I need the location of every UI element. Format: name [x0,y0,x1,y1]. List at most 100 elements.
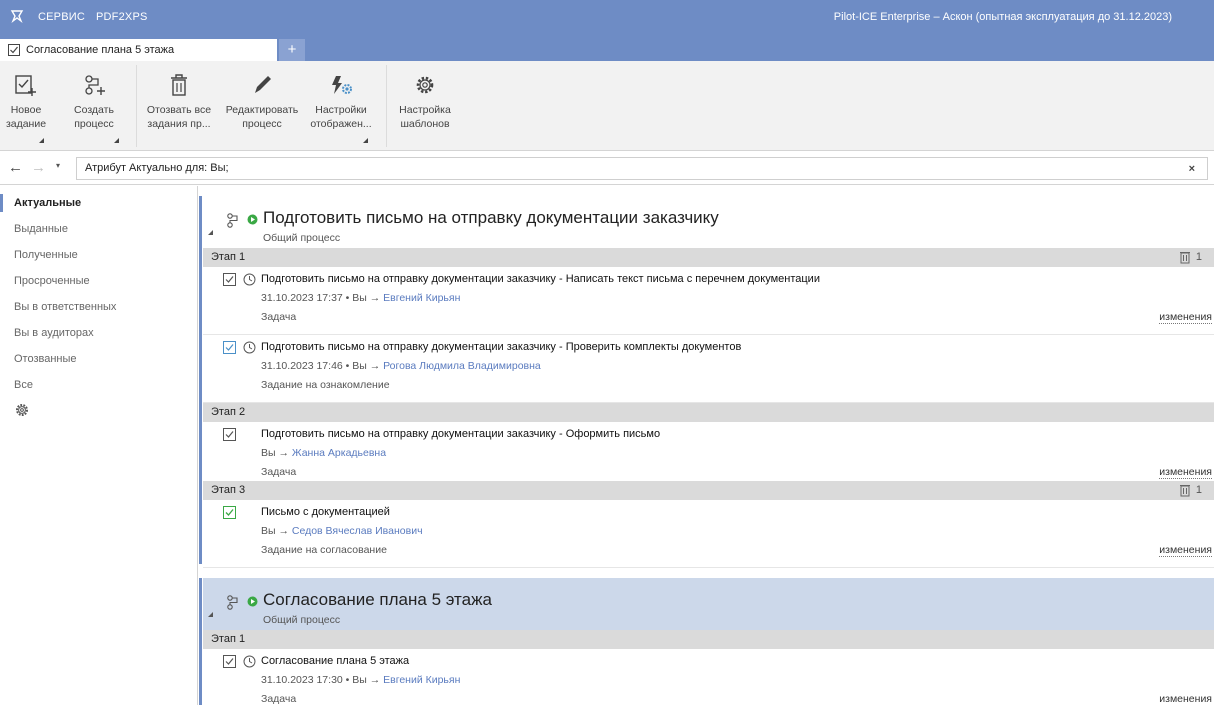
task-type: Задание на согласование [261,544,387,556]
stage-count: 1 [1195,251,1202,263]
sidebar-item-responsible[interactable]: Вы в ответственных [0,294,198,320]
edit-process-button[interactable]: Редактировать процесс [218,61,306,151]
task-meta: Вы → Седов Вячеслав Иванович [261,525,423,537]
stage-label: Этап 1 [211,251,246,263]
edit-process-label: Редактировать процесс [225,104,299,130]
stage-label: Этап 2 [211,406,246,418]
new-task-button[interactable]: Новое задание [0,61,52,151]
tab-label: Согласование плана 5 этажа [26,44,175,56]
process-header[interactable]: Согласование плана 5 этажа Общий процесс [203,578,1214,630]
task-author: Вы → [261,447,292,459]
task-date-author: 31.10.2023 17:46 • Вы → [261,360,384,372]
stage-header: Этап 1 [203,630,1214,649]
menu-pdf2xps[interactable]: PDF2XPS [96,11,148,23]
create-process-icon [85,75,105,95]
trash-icon[interactable] [1178,483,1192,497]
process-list: Подготовить письмо на отправку документа… [199,186,1214,705]
task-author: Вы → [261,525,292,537]
task-meta: 31.10.2023 17:30 • Вы → Евгений Кирьян [261,674,460,686]
sidebar-item-received[interactable]: Полученные [0,242,198,268]
process-header[interactable]: Подготовить письмо на отправку документа… [203,196,1214,248]
sidebar-item-actual[interactable]: Актуальные [0,190,198,216]
task-assignee-link[interactable]: Евгений Кирьян [383,674,460,686]
task-type: Задача [261,693,297,705]
process-title: Согласование плана 5 этажа [263,590,492,609]
task-checkbox-icon [223,428,236,441]
process-accent-bar [199,196,202,564]
stage-label: Этап 1 [211,633,246,645]
forward-arrow-icon[interactable]: → [31,159,46,176]
task-type: Задание на ознакомление [261,379,390,391]
template-settings-button[interactable]: Настройка шаблонов [390,61,460,151]
sidebar-item-auditors[interactable]: Вы в аудиторах [0,320,198,346]
process-card: Согласование плана 5 этажа Общий процесс… [199,578,1214,705]
stage-label: Этап 3 [211,484,246,496]
tab-process[interactable]: Согласование плана 5 этажа [0,39,277,61]
pencil-icon [255,76,271,93]
process-icon [227,213,238,228]
process-subtitle: Общий процесс [263,614,341,626]
task-row[interactable]: Подготовить письмо на отправку документа… [203,422,1214,490]
play-icon [247,214,258,225]
gear-icon[interactable] [14,402,30,418]
process-subtitle: Общий процесс [263,232,341,244]
app-logo-icon[interactable] [9,8,25,24]
window-title: Pilot-ICE Enterprise – Аскон (опытная эк… [833,11,1172,23]
changes-link[interactable]: изменения [1159,693,1212,705]
process-icon [227,595,238,610]
process-accent-bar [199,578,202,705]
dropdown-arrow-icon [39,138,44,143]
history-dropdown-icon[interactable]: ▾ [56,161,60,170]
changes-link[interactable]: изменения [1159,544,1212,557]
process-card: Подготовить письмо на отправку документа… [199,186,1214,568]
task-title: Письмо с документацией [261,506,390,518]
ribbon-separator [386,65,387,147]
clock-icon [243,341,256,354]
sidebar-item-overdue[interactable]: Просроченные [0,268,198,294]
template-settings-label: Настройка шаблонов [399,104,451,130]
create-process-label: Создать процесс [74,104,114,130]
task-meta: Вы → Жанна Аркадьевна [261,447,386,459]
sidebar-item-issued[interactable]: Выданные [0,216,198,242]
task-title: Подготовить письмо на отправку документа… [261,273,820,285]
new-task-icon [15,75,36,96]
task-assignee-link[interactable]: Евгений Кирьян [383,292,460,304]
clear-filter-icon[interactable]: × [1189,159,1195,180]
add-tab-button[interactable]: + [279,39,305,61]
title-bar: СЕРВИС PDF2XPS Pilot-ICE Enterprise – Ас… [0,0,1214,37]
filter-bar: ← → ▾ Атрибут Актуально для: Вы; × [0,152,1214,185]
create-process-button[interactable]: Создать процесс [61,61,127,151]
filter-input[interactable]: Атрибут Актуально для: Вы; × [76,157,1208,180]
gear-icon [416,76,434,94]
task-row[interactable]: Подготовить письмо на отправку документа… [203,335,1214,403]
task-assignee-link[interactable]: Рогова Людмила Владимировна [383,360,541,372]
task-checkbox-icon [223,273,236,286]
task-row[interactable]: Подготовить письмо на отправку документа… [203,267,1214,335]
process-title: Подготовить письмо на отправку документа… [263,208,719,227]
display-settings-label: Настройки отображен... [310,104,372,130]
revoke-all-tasks-button[interactable]: Отозвать все задания пр... [140,61,218,151]
menu-service[interactable]: СЕРВИС [38,11,85,23]
sidebar-item-all[interactable]: Все [0,372,198,398]
changes-link[interactable]: изменения [1159,311,1212,324]
play-icon [247,596,258,607]
task-title: Согласование плана 5 этажа [261,655,410,667]
display-settings-button[interactable]: Настройки отображен... [306,61,376,151]
trash-icon [171,74,187,96]
task-meta: 31.10.2023 17:37 • Вы → Евгений Кирьян [261,292,460,304]
task-row[interactable]: Письмо с документацией Вы → Седов Вячесл… [203,500,1214,568]
task-row[interactable]: Согласование плана 5 этажа 31.10.2023 17… [203,649,1214,705]
trash-icon[interactable] [1178,250,1192,264]
ribbon-separator [136,65,137,147]
revoke-all-label: Отозвать все задания пр... [146,104,212,130]
back-arrow-icon[interactable]: ← [8,159,23,176]
display-settings-icon [332,76,352,94]
sidebar-item-revoked[interactable]: Отозванные [0,346,198,372]
collapse-toggle-icon[interactable] [208,230,213,235]
task-assignee-link[interactable]: Жанна Аркадьевна [292,447,386,459]
task-type: Задача [261,311,297,323]
collapse-toggle-icon[interactable] [208,612,213,617]
changes-link[interactable]: изменения [1159,466,1212,479]
task-assignee-link[interactable]: Седов Вячеслав Иванович [292,525,423,537]
filter-text: Атрибут Актуально для: Вы; [85,162,229,174]
